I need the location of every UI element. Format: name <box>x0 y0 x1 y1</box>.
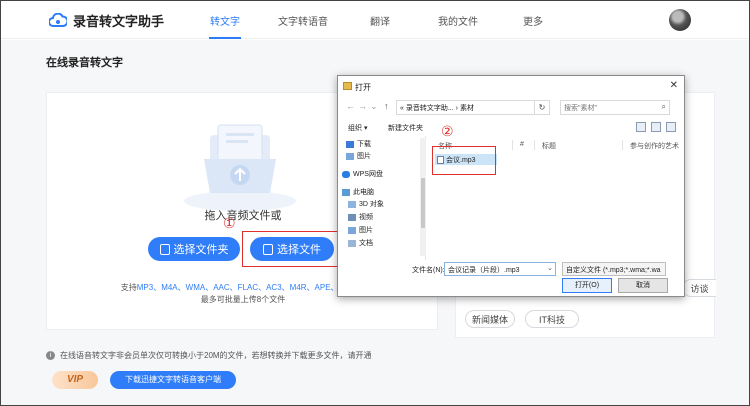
tree-item-downloads[interactable]: 下载 <box>346 139 371 149</box>
refresh-button[interactable]: ↻ <box>534 100 550 115</box>
filename-input[interactable]: 会议记录（片段）.mp3 ⌄ <box>444 262 556 276</box>
tree-item-this-pc[interactable]: 此电脑 <box>342 187 374 197</box>
nav-to-text[interactable]: 转文字 <box>210 13 240 28</box>
active-tab-indicator <box>209 37 241 39</box>
tree-scrollbar[interactable] <box>420 138 426 256</box>
computer-icon <box>342 188 350 196</box>
download-folder-icon <box>346 140 354 148</box>
top-header: 录音转文字助手 转文字 文字转语音 翻译 我的文件 更多 <box>1 1 749 39</box>
tree-item-pictures[interactable]: 图片 <box>346 151 371 161</box>
cancel-button[interactable]: 取消 <box>618 278 668 293</box>
tree-item-documents[interactable]: 文档 <box>348 238 373 248</box>
search-input[interactable]: 搜索"素材" ⌕ <box>560 100 670 115</box>
download-client-button[interactable]: 下载迅捷文字转语音客户端 <box>110 371 236 389</box>
pictures-folder-icon <box>346 152 354 160</box>
cloud-icon <box>342 170 350 178</box>
info-icon: i <box>46 351 55 360</box>
nav-more[interactable]: 更多 <box>523 13 543 28</box>
column-artist[interactable]: 参与创作的艺术 <box>630 141 679 151</box>
new-folder-button[interactable]: 新建文件夹 <box>388 123 423 133</box>
column-title[interactable]: 标题 <box>542 141 556 151</box>
view-options <box>636 122 676 132</box>
video-folder-icon <box>348 213 356 221</box>
tag-it-tech[interactable]: IT科技 <box>525 310 579 328</box>
address-bar[interactable]: « 录音转文字助... › 素材 <box>396 100 540 115</box>
cloud-logo-icon <box>49 12 67 27</box>
app-logo[interactable]: 录音转文字助手 <box>49 11 164 30</box>
tag-news-media[interactable]: 新闻媒体 <box>465 310 515 328</box>
breadcrumb-parent[interactable]: 录音转文字助... <box>406 105 454 112</box>
tree-item-videos[interactable]: 视频 <box>348 212 373 222</box>
chevron-down-icon[interactable]: ⌄ <box>547 264 553 272</box>
folder-upload-icon <box>184 124 296 211</box>
filename-label: 文件名(N): <box>412 267 445 274</box>
navigation-tree: 下载 图片 WPS网盘 此电脑 3D 对象 视频 图片 文档 <box>338 136 426 260</box>
3d-objects-icon <box>348 200 356 208</box>
view-mode-icon[interactable] <box>636 122 646 132</box>
select-folder-label: 选择文件夹 <box>173 244 229 256</box>
tree-item-wps-cloud[interactable]: WPS网盘 <box>342 169 383 179</box>
highlight-box-1 <box>242 231 338 267</box>
search-icon: ⌕ <box>661 102 666 111</box>
formats-list: MP3、M4A、WMA、AAC、FLAC、AC3、M4R、APE、OGG <box>136 283 358 292</box>
organize-menu[interactable]: 组织 ▾ <box>348 123 367 133</box>
close-icon[interactable]: ✕ <box>670 80 678 91</box>
address-bar-row: ← → ⌄ ↑ « 录音转文字助... › 素材 ↻ 搜索"素材" ⌕ <box>338 98 684 118</box>
documents-folder-icon <box>348 239 356 247</box>
column-number[interactable]: # <box>520 141 524 148</box>
member-notice: i 在线语音转文字非会员单次仅可转换小于20M的文件，若想转换并下载更多文件，请… <box>46 350 372 361</box>
dialog-folder-icon <box>343 82 352 90</box>
highlight-box-2 <box>432 146 496 175</box>
filename-row: 文件名(N): 会议记录（片段）.mp3 ⌄ 自定义文件 (*.mp3;*.wm… <box>338 261 684 277</box>
avatar[interactable] <box>669 9 691 31</box>
folder-icon <box>159 243 170 255</box>
nav-translate[interactable]: 翻译 <box>370 13 390 28</box>
dialog-titlebar: 打开 ✕ <box>338 76 684 98</box>
tree-item-pc-pictures[interactable]: 图片 <box>348 225 373 235</box>
preview-pane-icon[interactable] <box>651 122 661 132</box>
nav-my-files[interactable]: 我的文件 <box>438 13 478 28</box>
open-file-dialog: 打开 ✕ ← → ⌄ ↑ « 录音转文字助... › 素材 ↻ 搜索"素材" ⌕… <box>337 75 685 297</box>
recent-dropdown-icon[interactable]: ⌄ <box>370 101 378 112</box>
dialog-title: 打开 <box>355 83 371 92</box>
tree-item-3d-objects[interactable]: 3D 对象 <box>348 199 384 209</box>
step-marker-2: ② <box>441 124 454 140</box>
vip-button[interactable]: VIP <box>52 371 98 389</box>
scrollbar-thumb[interactable] <box>421 178 425 228</box>
select-folder-button[interactable]: 选择文件夹 <box>148 237 240 261</box>
help-icon[interactable] <box>666 122 676 132</box>
up-arrow-icon[interactable]: ↑ <box>384 101 389 111</box>
open-button[interactable]: 打开(O) <box>562 278 612 293</box>
breadcrumb-current[interactable]: 素材 <box>460 105 474 112</box>
page-title: 在线录音转文字 <box>46 57 123 69</box>
file-type-filter[interactable]: 自定义文件 (*.mp3;*.wma;*.wa <box>562 262 666 276</box>
back-arrow-icon[interactable]: ← <box>346 101 355 111</box>
step-marker-1: ① <box>223 216 236 232</box>
nav-text-to-speech[interactable]: 文字转语音 <box>278 13 328 28</box>
pictures-folder-icon <box>348 226 356 234</box>
forward-arrow-icon[interactable]: → <box>358 101 367 111</box>
app-title: 录音转文字助手 <box>73 14 165 29</box>
tag-interview[interactable]: 访谈 <box>682 279 716 297</box>
dialog-toolbar: 组织 ▾ 新建文件夹 <box>338 120 684 136</box>
